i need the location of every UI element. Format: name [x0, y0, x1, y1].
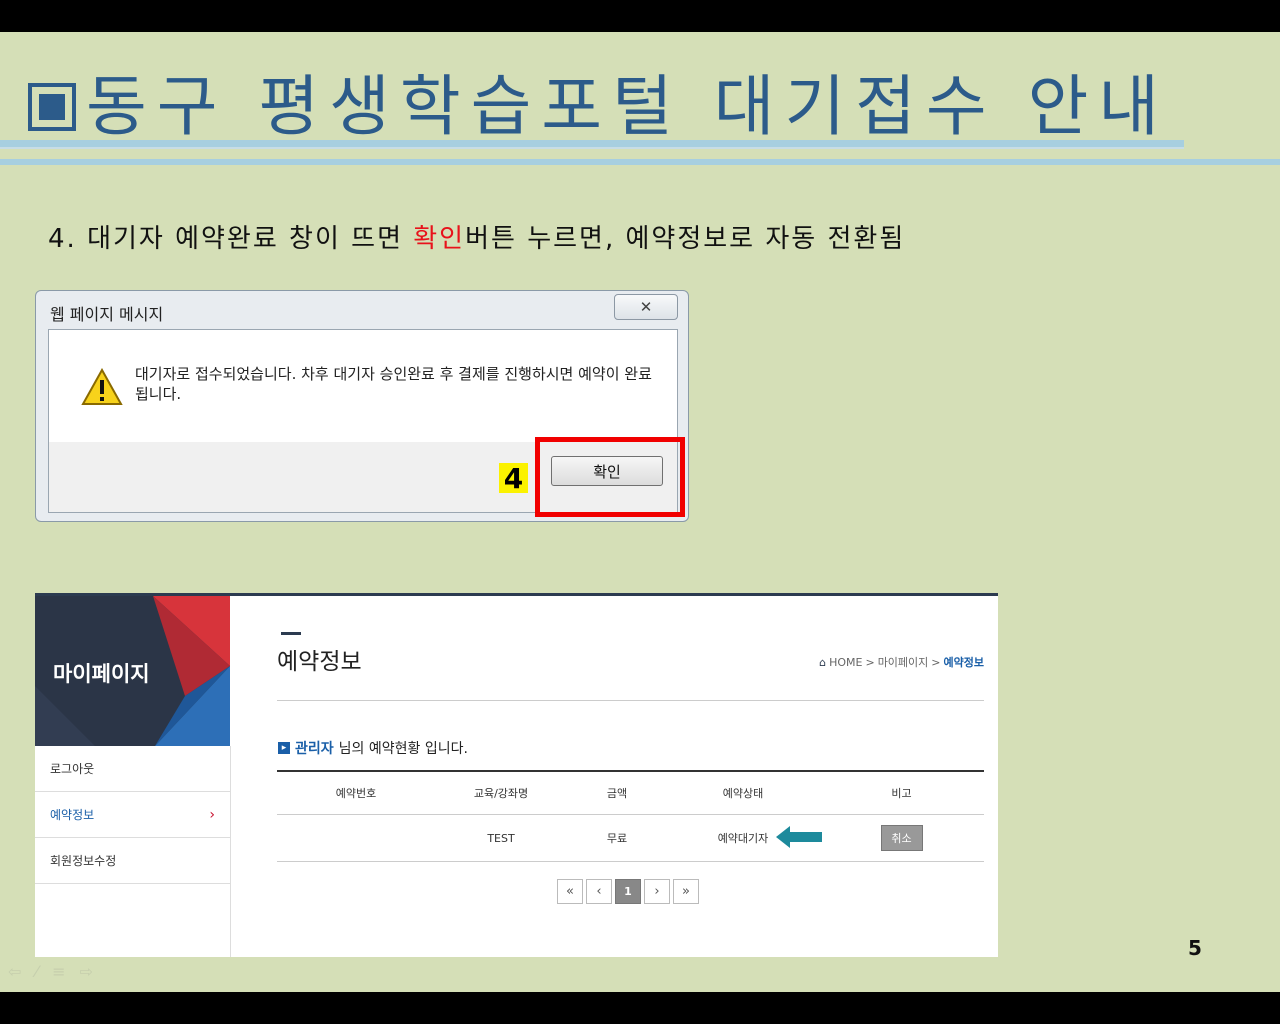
slide-title: 동구 평생학습포털 대기접수 안내 [86, 68, 1170, 145]
action-cell: 취소 [819, 825, 984, 851]
dialog-message-area: 대기자로 접수되었습니다. 차후 대기자 승인완료 후 결제를 진행하시면 예약… [49, 330, 677, 442]
pagination: « ‹ 1 › » [557, 879, 699, 904]
title-divider [277, 700, 984, 701]
breadcrumb-mypage[interactable]: 마이페이지 [878, 654, 929, 670]
reservation-table: 예약번호 교육/강좌명 금액 예약상태 비고 TEST 무료 예약대기자 취소 [277, 770, 984, 862]
close-icon[interactable]: ✕ [614, 294, 678, 320]
slide-title-row: 동구 평생학습포털 대기접수 안내 [28, 62, 1169, 152]
chevron-right-icon: › [209, 806, 215, 823]
highlight-box [535, 437, 685, 517]
cancel-button[interactable]: 취소 [880, 825, 923, 851]
reservation-page: 마이페이지 로그아웃 예약정보 › 회원정보수정 예약정보 ⌂ HOME > 마이… [35, 593, 998, 957]
warning-icon [81, 368, 123, 405]
pen-icon[interactable]: ⁄ [35, 962, 38, 981]
step-suffix: 버튼 누르면, 예약정보로 자동 전환됨 [465, 224, 906, 254]
breadcrumb-current: 예약정보 [943, 656, 984, 669]
slide: 동구 평생학습포털 대기접수 안내 4. 대기자 예약완료 창이 뜨면 확인버튼… [0, 32, 1280, 992]
title-square-icon [28, 83, 76, 131]
title-rule-bottom [0, 159, 1280, 165]
step-highlight: 확인 [413, 224, 466, 254]
step-prefix: 4. 대기자 예약완료 창이 뜨면 [48, 224, 414, 254]
page-button-current[interactable]: 1 [615, 879, 641, 904]
sidebar-item-label: 로그아웃 [50, 762, 95, 776]
page-title: 예약정보 [277, 649, 362, 675]
sidebar-hero: 마이페이지 [35, 596, 230, 746]
slide-nav-controls: ⇦ ⁄ ≡ ⇨ [8, 962, 93, 981]
table-row: TEST 무료 예약대기자 취소 [277, 815, 984, 862]
sidebar-menu: 로그아웃 예약정보 › 회원정보수정 [35, 746, 231, 957]
course-name: TEST [487, 831, 515, 845]
prev-page-button[interactable]: ‹ [586, 879, 612, 904]
breadcrumb: ⌂ HOME > 마이페이지 > 예약정보 [819, 654, 984, 670]
sidebar-item-edit-profile[interactable]: 회원정보수정 [35, 838, 230, 884]
next-page-button[interactable]: › [644, 879, 670, 904]
table-header-row: 예약번호 교육/강좌명 금액 예약상태 비고 [277, 772, 984, 815]
home-icon: ⌂ [819, 655, 827, 669]
sidebar-item-label: 예약정보 [50, 808, 95, 822]
bottom-letterbox [0, 992, 1280, 1024]
greeting: ▸ 관리자 님의 예약현황 입니다. [278, 738, 468, 758]
column-header: 금액 [606, 787, 628, 800]
column-header: 예약상태 [722, 787, 764, 800]
forward-arrow-icon[interactable]: ⇨ [79, 962, 92, 981]
sidebar-item-logout[interactable]: 로그아웃 [35, 746, 230, 792]
greeting-text: 님의 예약현황 입니다. [338, 741, 468, 757]
first-page-button[interactable]: « [557, 879, 583, 904]
breadcrumb-home[interactable]: HOME [829, 656, 862, 669]
pointer-arrow-icon [776, 826, 822, 848]
step-badge: 4 [499, 462, 528, 495]
menu-icon[interactable]: ≡ [52, 962, 65, 981]
sidebar-title: 마이페이지 [53, 662, 150, 686]
dialog-title: 웹 페이지 메시지 [50, 305, 164, 324]
last-page-button[interactable]: » [673, 879, 699, 904]
title-accent [281, 632, 301, 635]
title-rule-top [0, 140, 1184, 149]
price: 무료 [606, 832, 628, 845]
back-arrow-icon[interactable]: ⇦ [8, 962, 21, 981]
user-name: 관리자 [295, 741, 334, 757]
slide-page-number: 5 [1188, 936, 1202, 960]
breadcrumb-separator: > [865, 655, 875, 669]
column-header: 교육/강좌명 [473, 787, 529, 800]
column-header: 예약번호 [335, 787, 377, 800]
bullet-arrow-icon: ▸ [278, 742, 290, 754]
sidebar-item-label: 회원정보수정 [50, 854, 117, 868]
breadcrumb-separator: > [931, 655, 941, 669]
dialog-message: 대기자로 접수되었습니다. 차후 대기자 승인완료 후 결제를 진행하시면 예약… [135, 365, 652, 403]
column-header: 비고 [891, 787, 912, 800]
step-instruction: 4. 대기자 예약완료 창이 뜨면 확인버튼 누르면, 예약정보로 자동 전환됨 [48, 218, 905, 255]
sidebar-item-reservation[interactable]: 예약정보 › [35, 792, 230, 838]
